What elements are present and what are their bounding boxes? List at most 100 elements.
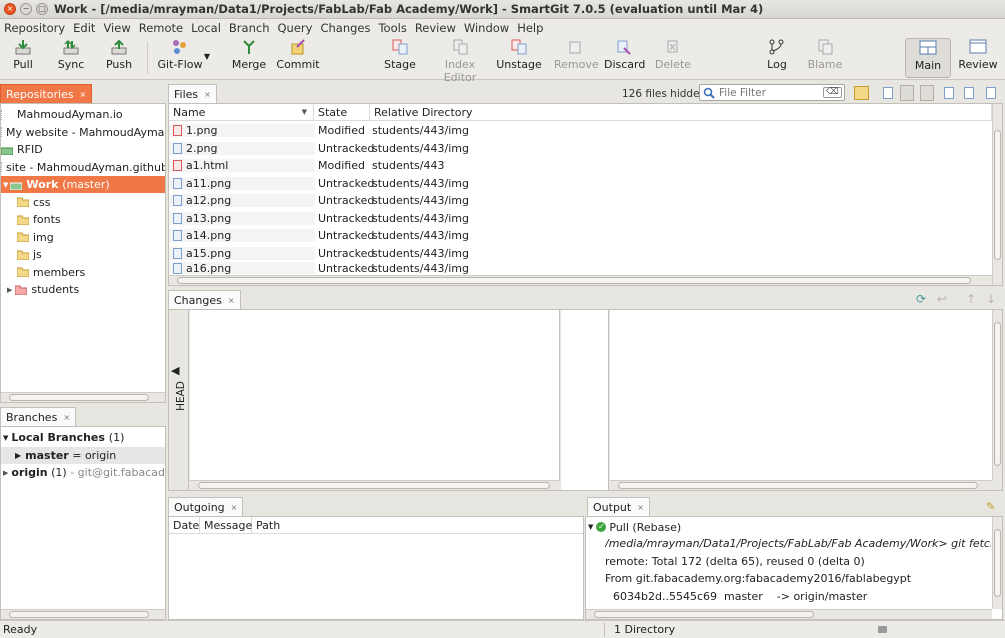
tab-outgoing[interactable]: Outgoing × — [168, 497, 244, 516]
table-row[interactable]: a11.png Untracked students/443/img — [169, 175, 992, 193]
table-row[interactable]: a16.png Untracked students/443/img — [169, 262, 992, 274]
repo-item[interactable]: RFID — [1, 141, 165, 158]
minimize-window-icon[interactable]: − — [20, 3, 32, 15]
chevron-down-icon[interactable]: ▼ — [3, 434, 8, 442]
menu-tools[interactable]: Tools — [374, 21, 410, 35]
chevron-right-icon[interactable]: ▶ — [3, 469, 8, 477]
vertical-scrollbar[interactable] — [992, 310, 1002, 480]
table-row[interactable]: 1.png Modified students/443/img — [169, 122, 992, 140]
folder-item[interactable]: js — [1, 246, 165, 263]
table-row[interactable]: a1.html Modified students/443 — [169, 157, 992, 175]
clear-output-icon[interactable]: ✎ — [986, 500, 995, 513]
log-button[interactable]: Log — [762, 38, 792, 78]
show-ignored-files-icon[interactable] — [920, 85, 934, 101]
close-tab-icon[interactable]: × — [228, 296, 235, 305]
repo-item[interactable]: My website - MahmoudAyman — [1, 124, 165, 141]
close-tab-icon[interactable]: × — [80, 90, 87, 99]
show-assumed-unchanged-icon[interactable] — [944, 87, 954, 99]
output-entry[interactable]: ▼ ✓ Pull (Rebase) — [586, 519, 681, 535]
tab-output[interactable]: Output × — [587, 497, 650, 516]
horizontal-scrollbar[interactable] — [169, 275, 992, 285]
column-header-name[interactable]: Name ▼ — [169, 104, 314, 121]
notification-icon[interactable] — [878, 626, 887, 633]
maximize-window-icon[interactable]: □ — [36, 3, 48, 15]
git-flow-button[interactable]: Git-Flow ▼ — [154, 38, 210, 78]
blame-button[interactable]: Blame — [806, 38, 844, 78]
table-row[interactable]: a12.png Untracked students/443/img — [169, 192, 992, 210]
horizontal-scrollbar[interactable] — [1, 392, 165, 402]
chevron-down-icon[interactable]: ▼ — [588, 523, 593, 531]
close-tab-icon[interactable]: × — [63, 413, 70, 422]
tab-branches[interactable]: Branches × — [0, 407, 77, 426]
diff-left-pane[interactable] — [190, 310, 560, 490]
previous-change-icon[interactable]: ↑ — [966, 292, 976, 306]
folder-item[interactable]: fonts — [1, 211, 165, 228]
column-header-path[interactable]: Path — [252, 517, 583, 534]
menu-window[interactable]: Window — [460, 21, 513, 35]
table-row[interactable]: a13.png Untracked students/443/img — [169, 210, 992, 228]
horizontal-scrollbar[interactable] — [190, 480, 560, 490]
remove-button[interactable]: Remove — [554, 38, 599, 78]
repo-item-selected[interactable]: ▼ Work (master) — [1, 176, 165, 193]
tab-repositories[interactable]: Repositories × — [0, 84, 93, 103]
discard-button[interactable]: Discard — [604, 38, 645, 78]
column-header-state[interactable]: State — [314, 104, 370, 121]
repo-item[interactable]: MahmoudAyman.io — [1, 106, 165, 123]
menu-help[interactable]: Help — [513, 21, 547, 35]
horizontal-scrollbar[interactable] — [1, 609, 165, 619]
horizontal-scrollbar[interactable] — [586, 609, 992, 619]
column-header-date[interactable]: Date — [169, 517, 200, 534]
table-row[interactable]: a15.png Untracked students/443/img — [169, 245, 992, 263]
stage-button[interactable]: Stage — [382, 38, 418, 78]
unstage-button[interactable]: Unstage — [496, 38, 542, 78]
chevron-down-icon[interactable]: ▼ — [3, 181, 8, 189]
file-filter-box[interactable]: ⌫ — [699, 84, 845, 101]
menu-review[interactable]: Review — [411, 21, 460, 35]
table-row[interactable]: a14.png Untracked students/443/img — [169, 227, 992, 245]
repo-item[interactable]: site - MahmoudAyman.github.io — [1, 159, 165, 176]
menu-query[interactable]: Query — [274, 21, 317, 35]
chevron-right-icon[interactable]: ▶ — [7, 286, 12, 294]
folder-item[interactable]: css — [1, 194, 165, 211]
branch-item-master[interactable]: ▶ master = origin — [1, 446, 165, 464]
pull-button[interactable]: Pull — [6, 38, 40, 78]
menu-repository[interactable]: Repository — [0, 21, 69, 35]
menu-changes[interactable]: Changes — [316, 21, 374, 35]
local-branches-group[interactable]: ▼ Local Branches (1) — [1, 429, 165, 446]
tab-files[interactable]: Files × — [168, 84, 217, 103]
horizontal-scrollbar[interactable] — [610, 480, 993, 490]
folder-item[interactable]: ▶ students — [1, 281, 165, 298]
folder-item[interactable]: members — [1, 264, 165, 281]
tab-changes[interactable]: Changes × — [168, 290, 241, 309]
merge-button[interactable]: Merge — [228, 38, 270, 78]
next-change-icon[interactable]: ↓ — [986, 292, 996, 306]
close-tab-icon[interactable]: × — [204, 90, 211, 99]
sync-button[interactable]: Sync — [54, 38, 88, 78]
file-filter-input[interactable] — [717, 85, 823, 100]
push-button[interactable]: Push — [102, 38, 136, 78]
menu-local[interactable]: Local — [187, 21, 225, 35]
vertical-scrollbar[interactable] — [992, 517, 1002, 609]
diff-right-pane[interactable] — [610, 310, 993, 490]
table-row[interactable]: 2.png Untracked students/443/img — [169, 140, 992, 158]
column-header-directory[interactable]: Relative Directory — [370, 104, 992, 121]
menu-edit[interactable]: Edit — [69, 21, 99, 35]
remote-origin-group[interactable]: ▶ origin (1) - git@git.fabacademy.org:fa… — [1, 464, 165, 481]
vertical-scrollbar[interactable] — [992, 104, 1002, 285]
show-staged-files-icon[interactable] — [964, 87, 974, 99]
open-folder-icon[interactable] — [854, 86, 869, 100]
folder-item[interactable]: img — [1, 229, 165, 246]
close-tab-icon[interactable]: × — [231, 503, 238, 512]
delete-button[interactable]: Delete — [654, 38, 692, 78]
column-header-message[interactable]: Message — [200, 517, 252, 534]
close-tab-icon[interactable]: × — [637, 503, 644, 512]
menu-branch[interactable]: Branch — [225, 21, 274, 35]
show-directories-icon[interactable] — [986, 87, 996, 99]
clear-filter-icon[interactable]: ⌫ — [823, 87, 842, 98]
menu-remote[interactable]: Remote — [135, 21, 187, 35]
sort-descending-icon[interactable]: ▼ — [302, 108, 307, 116]
chevron-down-icon[interactable]: ▼ — [204, 52, 210, 61]
index-editor-button[interactable]: Index Editor — [428, 38, 492, 84]
main-perspective-button[interactable]: Main — [905, 38, 951, 78]
revert-arrow-icon[interactable]: ↩ — [937, 292, 947, 306]
